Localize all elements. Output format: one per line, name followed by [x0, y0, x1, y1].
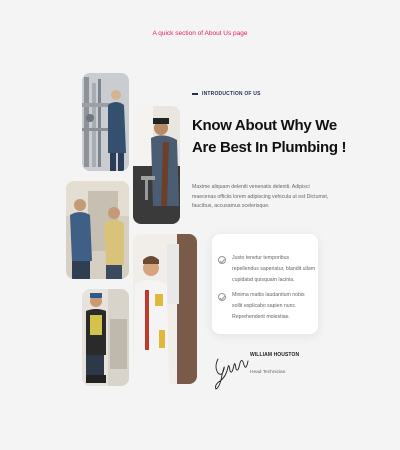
plumbers-photo-team — [66, 181, 129, 279]
check-circle-icon — [218, 293, 226, 301]
eyebrow-label: INTRODUCTION OF US — [202, 91, 261, 97]
feature-item: Justo tenetur temporibus repellendus sap… — [218, 253, 316, 286]
author-name: WILLIAM HOUSTON — [250, 352, 300, 358]
eyebrow-dash — [192, 93, 198, 95]
plumber-photo-pipes — [82, 73, 129, 171]
signature-image — [212, 345, 250, 391]
author-role: Head Technician — [250, 370, 286, 375]
feature-text: Minima mattis laudantium nobis sollit ex… — [232, 292, 305, 320]
feature-item: Minima mattis laudantium nobis sollit ex… — [218, 290, 316, 323]
check-circle-icon — [218, 256, 226, 264]
plumber-photo-sink — [133, 106, 180, 224]
feature-text: Justo tenetur temporibus repellendus sap… — [232, 255, 316, 283]
section-title: Know About Why We Are Best In Plumbing ! — [192, 117, 347, 156]
section-eyebrow: INTRODUCTION OF US — [192, 91, 261, 97]
section-description: Maxime aliquam deleniti venenatis deleni… — [192, 184, 329, 209]
features-card: Justo tenetur temporibus repellendus sap… — [212, 234, 318, 334]
page-caption: A quick section of About Us page — [152, 30, 248, 37]
plumber-photo-kitchen — [82, 289, 129, 386]
plumber-photo-boiler — [133, 234, 197, 384]
